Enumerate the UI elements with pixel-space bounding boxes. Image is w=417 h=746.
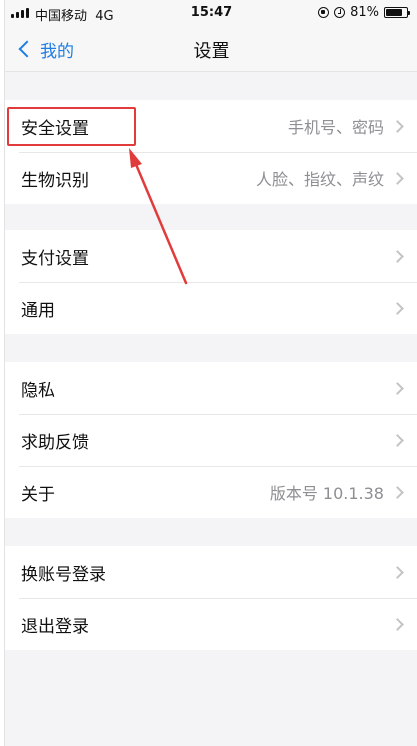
battery-fill <box>386 9 403 16</box>
row-security-settings[interactable]: 安全设置 手机号、密码 <box>5 100 417 152</box>
row-label: 通用 <box>21 300 55 321</box>
row-label: 关于 <box>21 484 55 505</box>
row-label: 求助反馈 <box>21 432 89 453</box>
row-biometrics[interactable]: 生物识别 人脸、指纹、声纹 <box>5 152 417 204</box>
status-bar: 中国移动 4G 15:47 81% <box>5 0 417 26</box>
row-general[interactable]: 通用 <box>5 282 417 334</box>
chevron-right-icon <box>391 171 404 185</box>
chevron-right-icon <box>391 433 404 447</box>
settings-group-account: 换账号登录 退出登录 <box>5 546 417 650</box>
alarm-icon <box>334 7 346 18</box>
row-value: 手机号、密码 <box>287 118 384 137</box>
chevron-right-icon <box>391 485 404 499</box>
row-switch-account[interactable]: 换账号登录 <box>5 546 417 598</box>
settings-group-info: 隐私 求助反馈 关于 版本号 10.1.38 <box>5 362 417 518</box>
row-label: 安全设置 <box>21 118 89 139</box>
page-title: 设置 <box>193 41 230 62</box>
row-label: 支付设置 <box>21 248 89 269</box>
chevron-right-icon <box>391 565 404 579</box>
orientation-lock-icon <box>318 7 330 18</box>
settings-group-payment: 支付设置 通用 <box>5 230 417 334</box>
row-label: 隐私 <box>21 380 55 401</box>
row-value: 人脸、指纹、声纹 <box>255 170 384 189</box>
row-label: 换账号登录 <box>21 564 106 585</box>
settings-screen: 中国移动 4G 15:47 81% 我的 设置 安全设置 手机号、密码 生物识别… <box>4 0 417 746</box>
row-logout[interactable]: 退出登录 <box>5 598 417 650</box>
settings-group-security: 安全设置 手机号、密码 生物识别 人脸、指纹、声纹 <box>5 100 417 204</box>
chevron-right-icon <box>391 381 404 395</box>
chevron-right-icon <box>391 301 404 315</box>
row-label: 生物识别 <box>21 170 89 191</box>
chevron-right-icon <box>391 119 404 133</box>
nav-bar: 我的 设置 <box>5 26 417 72</box>
battery-percent: 81% <box>350 5 379 20</box>
battery-icon <box>384 7 410 18</box>
row-label: 退出登录 <box>21 616 89 637</box>
row-about[interactable]: 关于 版本号 10.1.38 <box>5 466 417 518</box>
chevron-right-icon <box>391 249 404 263</box>
row-privacy[interactable]: 隐私 <box>5 362 417 414</box>
row-value: 版本号 10.1.38 <box>269 484 384 503</box>
status-right: 81% <box>318 5 410 20</box>
chevron-right-icon <box>391 617 404 631</box>
row-payment-settings[interactable]: 支付设置 <box>5 230 417 282</box>
row-help-feedback[interactable]: 求助反馈 <box>5 414 417 466</box>
